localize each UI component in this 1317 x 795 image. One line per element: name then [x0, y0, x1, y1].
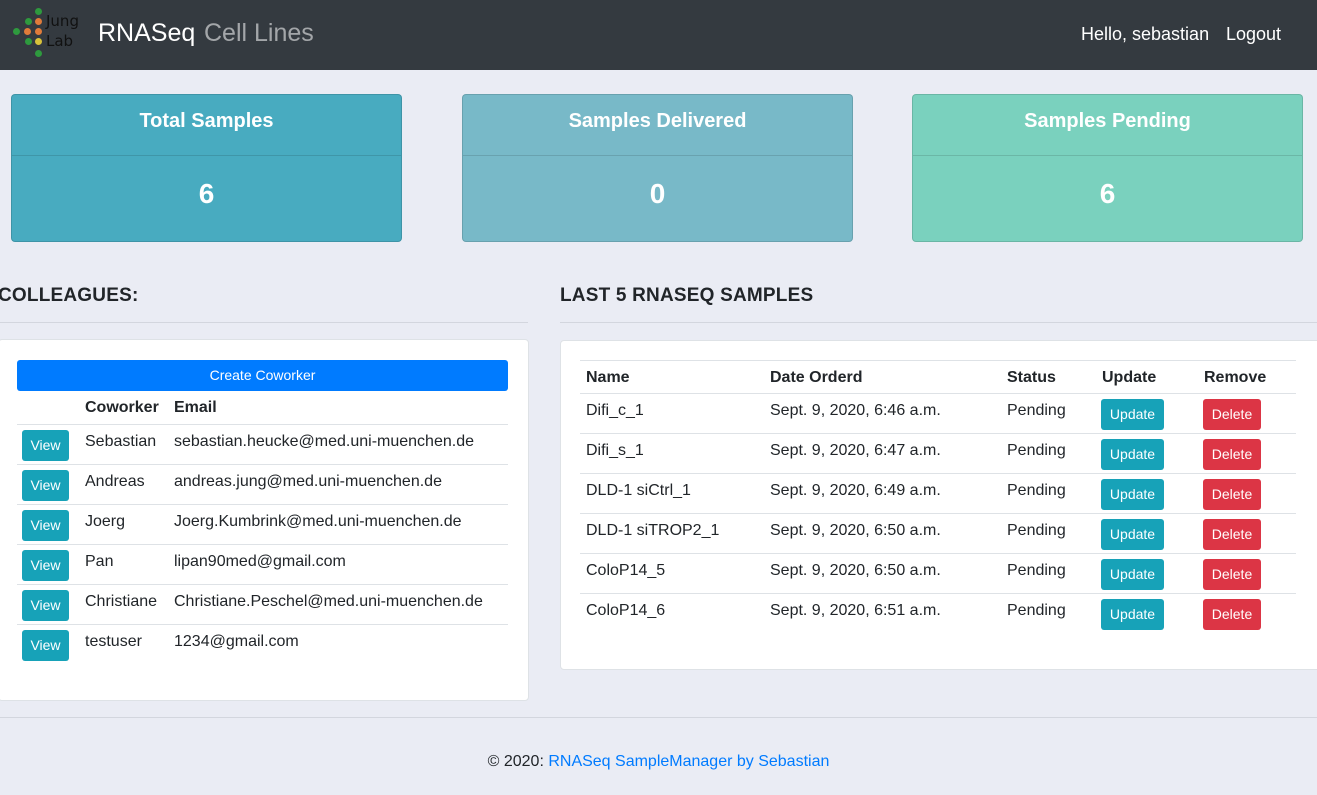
samples-table-top-border	[580, 360, 1296, 361]
view-coworker-button[interactable]: View	[22, 630, 69, 661]
brand-title[interactable]: RNASeq	[98, 19, 195, 48]
delete-sample-button[interactable]: Delete	[1203, 519, 1261, 550]
colleagues-divider	[0, 322, 528, 323]
delete-sample-button[interactable]: Delete	[1203, 559, 1261, 590]
coworker-name: Pan	[85, 553, 114, 570]
view-coworker-button[interactable]: View	[22, 430, 69, 461]
create-coworker-button[interactable]: Create Coworker	[17, 360, 508, 391]
sample-name: Difi_c_1	[586, 402, 644, 419]
sample-name: ColoP14_6	[586, 602, 666, 619]
view-coworker-button[interactable]: View	[22, 550, 69, 581]
footer-copyright: © 2020:	[487, 753, 549, 770]
coworker-email: andreas.jung@med.uni-muenchen.de	[174, 473, 442, 490]
sample-status: Pending	[1007, 522, 1066, 539]
sample-status: Pending	[1007, 482, 1066, 499]
sample-date: Sept. 9, 2020, 6:49 a.m.	[770, 482, 941, 499]
sample-row: Difi_s_1 Sept. 9, 2020, 6:47 a.m. Pending U…	[580, 433, 1296, 474]
coworker-row: View Andreas andreas.jung@med.uni-muenchen…	[17, 464, 508, 505]
footer: © 2020: RNASeq SampleManager by Sebastia…	[0, 753, 1317, 771]
update-sample-button[interactable]: Update	[1101, 479, 1164, 510]
sample-status: Pending	[1007, 562, 1066, 579]
stat-card-title: Samples Pending	[913, 95, 1302, 156]
coworker-name: Andreas	[85, 473, 145, 490]
samples-heading: LAST 5 RNASEQ SAMPLES	[560, 285, 814, 306]
coworker-column-header: Coworker	[85, 399, 159, 416]
delete-sample-button[interactable]: Delete	[1203, 399, 1261, 430]
footer-divider	[0, 717, 1317, 718]
sample-row: DLD-1 siCtrl_1 Sept. 9, 2020, 6:49 a.m. Pe…	[580, 473, 1296, 514]
samples-divider	[560, 322, 1317, 323]
coworker-name: testuser	[85, 633, 142, 650]
status-column-header: Status	[1007, 369, 1056, 386]
coworker-row: View Pan lipan90med@gmail.com	[17, 544, 508, 585]
update-sample-button[interactable]: Update	[1101, 439, 1164, 470]
coworker-email: sebastian.heucke@med.uni-muenchen.de	[174, 433, 474, 450]
logout-link[interactable]: Logout	[1226, 24, 1281, 45]
stat-card-total-samples: Total Samples 6	[11, 94, 402, 242]
coworker-row: View Joerg Joerg.Kumbrink@med.uni-muenchen…	[17, 504, 508, 545]
email-column-header: Email	[174, 399, 217, 416]
nav-link-cell-lines[interactable]: Cell Lines	[204, 19, 314, 48]
logo-text-jung: Jung	[46, 12, 79, 30]
footer-link[interactable]: RNASeq SampleManager by Sebastian	[548, 753, 829, 770]
delete-sample-button[interactable]: Delete	[1203, 479, 1261, 510]
delete-sample-button[interactable]: Delete	[1203, 439, 1261, 470]
stat-card-title: Total Samples	[12, 95, 401, 156]
sample-name: Difi_s_1	[586, 442, 644, 459]
coworker-email: Joerg.Kumbrink@med.uni-muenchen.de	[174, 513, 462, 530]
coworker-email: 1234@gmail.com	[174, 633, 299, 650]
stat-card-value: 6	[198, 178, 215, 209]
sample-row: DLD-1 siTROP2_1 Sept. 9, 2020, 6:50 a.m. P…	[580, 513, 1296, 554]
view-coworker-button[interactable]: View	[22, 470, 69, 501]
navbar: Jung Lab RNASeq Cell Lines Hello, sebast…	[0, 0, 1317, 70]
jung-lab-logo[interactable]: Jung Lab	[10, 6, 82, 64]
sample-status: Pending	[1007, 442, 1066, 459]
sample-date: Sept. 9, 2020, 6:50 a.m.	[770, 562, 941, 579]
sample-date: Sept. 9, 2020, 6:50 a.m.	[770, 522, 941, 539]
user-greeting: Hello, sebastian	[1081, 24, 1210, 44]
coworker-name: Christiane	[85, 593, 158, 610]
sample-date: Sept. 9, 2020, 6:46 a.m.	[770, 402, 941, 419]
view-coworker-button[interactable]: View	[22, 590, 69, 621]
sample-name: ColoP14_5	[586, 562, 666, 579]
stat-card-title: Samples Delivered	[463, 95, 852, 156]
sample-row: ColoP14_6 Sept. 9, 2020, 6:51 a.m. Pending…	[580, 593, 1296, 634]
date-column-header: Date Orderd	[770, 369, 863, 386]
logo-text-lab: Lab	[46, 32, 74, 50]
sample-row: Difi_c_1 Sept. 9, 2020, 6:46 a.m. Pending U…	[580, 393, 1296, 434]
delete-sample-button[interactable]: Delete	[1203, 599, 1261, 630]
sample-row: ColoP14_5 Sept. 9, 2020, 6:50 a.m. Pending…	[580, 553, 1296, 594]
coworker-email: Christiane.Peschel@med.uni-muenchen.de	[174, 593, 483, 610]
coworker-name: Sebastian	[85, 433, 157, 450]
update-sample-button[interactable]: Update	[1101, 519, 1164, 550]
coworker-email: lipan90med@gmail.com	[174, 553, 346, 570]
update-column-header: Update	[1102, 369, 1157, 386]
sample-status: Pending	[1007, 402, 1066, 419]
remove-column-header: Remove	[1204, 369, 1267, 386]
coworker-name: Joerg	[85, 513, 126, 530]
update-sample-button[interactable]: Update	[1101, 399, 1164, 430]
coworker-row: View Sebastian sebastian.heucke@med.uni-mu…	[17, 424, 508, 465]
sample-name: DLD-1 siTROP2_1	[586, 522, 720, 539]
view-coworker-button[interactable]: View	[22, 510, 69, 541]
stat-card-value: 6	[1099, 178, 1116, 209]
stat-card-samples-pending: Samples Pending 6	[912, 94, 1303, 242]
coworker-row: View testuser 1234@gmail.com	[17, 624, 508, 665]
sample-name: DLD-1 siCtrl_1	[586, 482, 691, 499]
update-sample-button[interactable]: Update	[1101, 559, 1164, 590]
name-column-header: Name	[586, 369, 630, 386]
sample-status: Pending	[1007, 602, 1066, 619]
update-sample-button[interactable]: Update	[1101, 599, 1164, 630]
colleagues-heading: COLLEAGUES:	[0, 285, 139, 306]
sample-date: Sept. 9, 2020, 6:47 a.m.	[770, 442, 941, 459]
stat-card-value: 0	[649, 178, 666, 209]
sample-date: Sept. 9, 2020, 6:51 a.m.	[770, 602, 941, 619]
coworker-row: View Christiane Christiane.Peschel@med.uni…	[17, 584, 508, 625]
stat-card-samples-delivered: Samples Delivered 0	[462, 94, 853, 242]
